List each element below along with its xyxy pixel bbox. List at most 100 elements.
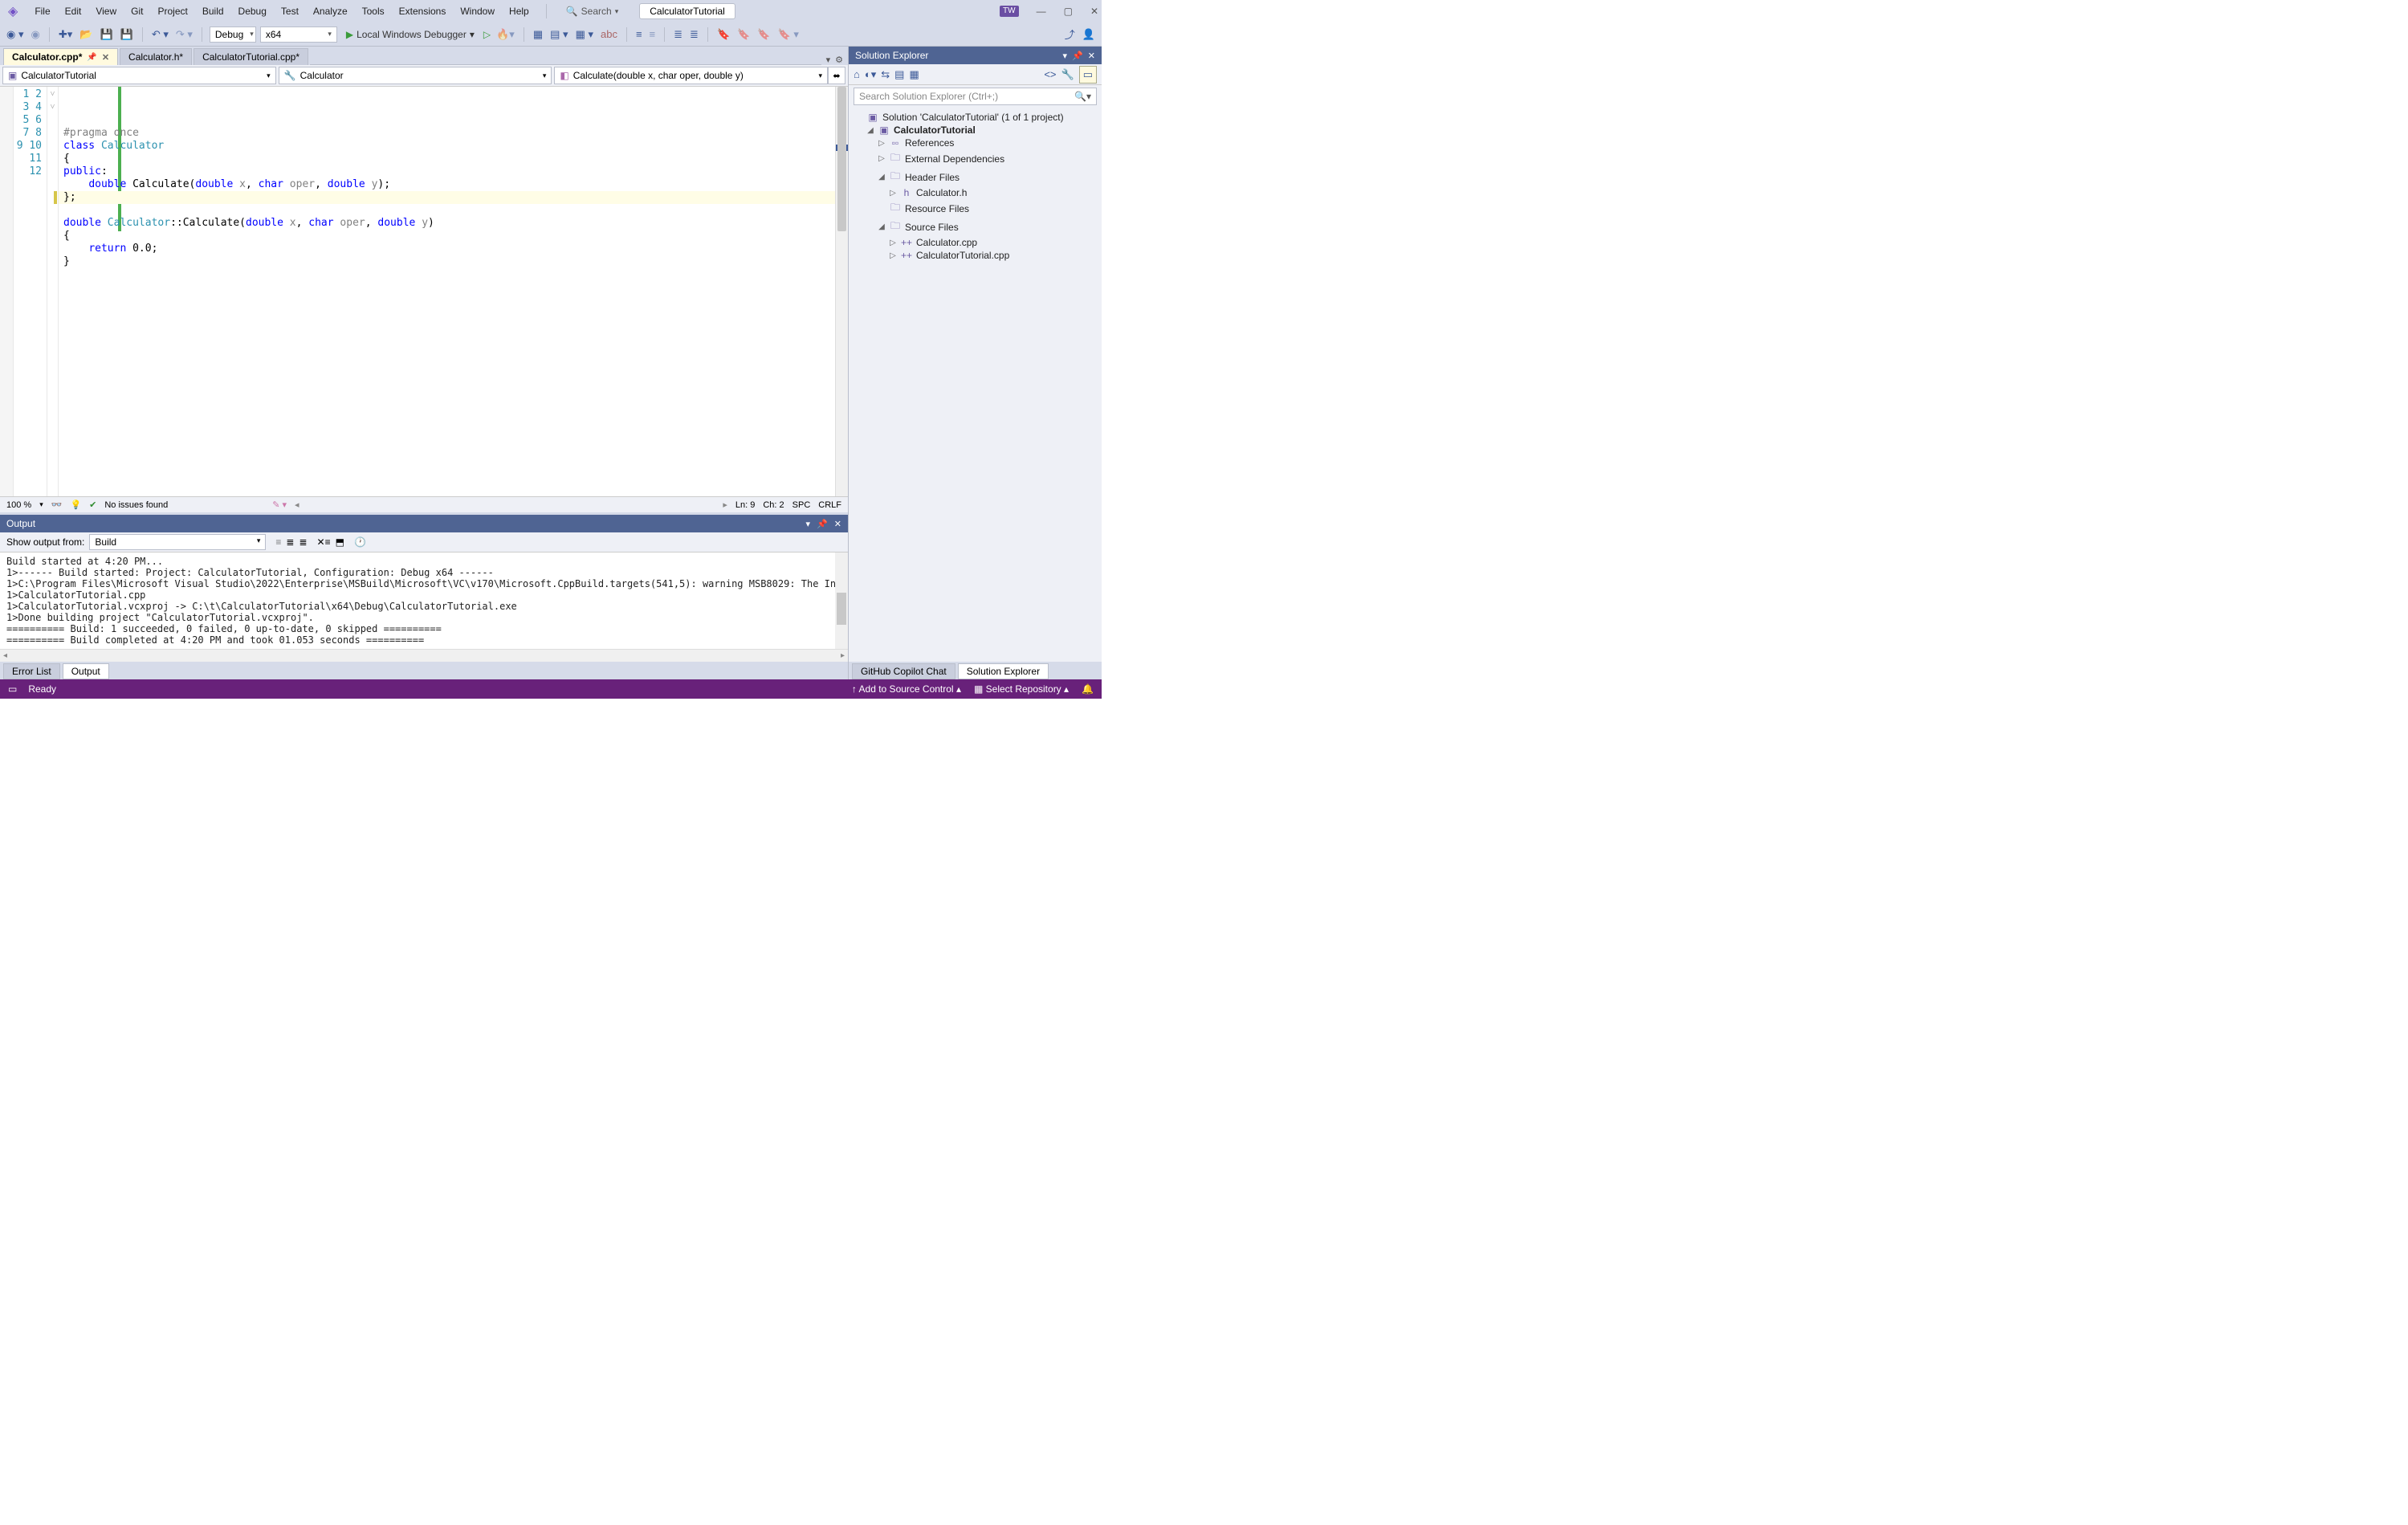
code-text[interactable]: #pragma onceclass Calculator{public: dou… — [59, 87, 835, 496]
menu-debug[interactable]: Debug — [236, 2, 269, 20]
platform-combo[interactable]: x64▾ — [260, 27, 337, 43]
save-button[interactable]: 💾 — [98, 28, 114, 41]
vertical-scrollbar[interactable] — [835, 87, 848, 496]
scrollbar-thumb[interactable] — [837, 87, 846, 231]
output-h-scroll[interactable]: ◂▸ — [0, 649, 848, 662]
tab-overflow-icon[interactable]: ▾ — [826, 55, 831, 65]
chevron-down-icon[interactable]: ▾ — [39, 500, 43, 509]
expand-icon[interactable]: ▷ — [878, 154, 886, 163]
goto-prev-button[interactable]: ≣ — [286, 536, 294, 548]
tb-icon-2[interactable]: ▤ ▾ — [548, 28, 569, 41]
menu-help[interactable]: Help — [507, 2, 532, 20]
source-files-node[interactable]: ◢🗀Source Files — [855, 218, 1095, 236]
properties-icon[interactable]: 🔧 — [1061, 68, 1074, 81]
start-debugging-button[interactable]: ▶Local Windows Debugger ▾ — [341, 27, 479, 42]
dropdown-icon[interactable]: ▾ — [806, 519, 811, 529]
output-text[interactable]: Build started at 4:20 PM... 1>------ Bui… — [0, 553, 848, 649]
expand-icon[interactable]: ▷ — [878, 139, 886, 148]
config-combo[interactable]: Debug▾ — [210, 27, 256, 43]
menu-project[interactable]: Project — [155, 2, 189, 20]
fold-column[interactable]: ˅ ˅ — [47, 87, 59, 496]
tab-settings-icon[interactable]: ⚙ — [835, 55, 843, 65]
solution-node[interactable]: ▣Solution 'CalculatorTutorial' (1 of 1 p… — [855, 111, 1095, 124]
zoom-level[interactable]: 100 % — [6, 500, 31, 510]
pin-icon[interactable]: 📌 — [87, 53, 96, 62]
add-to-source-control[interactable]: ↑ Add to Source Control ▴ — [852, 683, 961, 695]
expand-icon[interactable]: ▷ — [889, 189, 897, 198]
tab-error-list[interactable]: Error List — [3, 663, 60, 679]
scrollbar-thumb[interactable] — [837, 593, 846, 625]
preview-icon[interactable]: ▭ — [1079, 66, 1097, 84]
home-icon[interactable]: ⌂ — [854, 68, 860, 80]
menu-tools[interactable]: Tools — [360, 2, 387, 20]
menu-git[interactable]: Git — [128, 2, 145, 20]
abc-icon[interactable]: abc — [599, 28, 619, 40]
expand-icon[interactable]: ▷ — [889, 251, 897, 260]
indent-indicator[interactable]: SPC — [792, 500, 811, 510]
tab-copilot-chat[interactable]: GitHub Copilot Chat — [852, 663, 955, 679]
select-repository[interactable]: ▦ Select Repository ▴ — [974, 683, 1069, 695]
code-icon[interactable]: <> — [1044, 68, 1056, 80]
tab-solution-explorer[interactable]: Solution Explorer — [958, 663, 1049, 679]
menu-test[interactable]: Test — [279, 2, 301, 20]
collapse-icon[interactable]: ▤ — [894, 68, 904, 81]
tab-tutorial-cpp[interactable]: CalculatorTutorial.cpp* — [194, 48, 308, 65]
header-files-node[interactable]: ◢🗀Header Files — [855, 168, 1095, 186]
nav-right-icon[interactable]: ▸ — [723, 499, 727, 510]
tab-calculator-cpp[interactable]: Calculator.cpp* 📌 ✕ — [3, 48, 118, 65]
save-all-button[interactable]: 💾 — [119, 28, 135, 41]
expand-icon[interactable]: ▷ — [889, 239, 897, 247]
quick-launch-search[interactable]: 🔍 Search ▾ — [566, 6, 619, 17]
minimize-button[interactable]: — — [1037, 6, 1046, 17]
switcher-icon[interactable]: ◐▾ — [865, 68, 876, 81]
feedback-icon[interactable]: 👤 — [1081, 28, 1097, 41]
output-source-combo[interactable]: Build▾ — [89, 534, 266, 550]
tutorial-cpp-node[interactable]: ▷++CalculatorTutorial.cpp — [855, 249, 1095, 262]
close-panel-icon[interactable]: ✕ — [834, 519, 841, 529]
menu-file[interactable]: File — [32, 2, 52, 20]
nav-left-icon[interactable]: ◂ — [295, 499, 299, 510]
split-editor-button[interactable]: ⬌ — [828, 67, 845, 84]
close-panel-icon[interactable]: ✕ — [1088, 51, 1095, 61]
timestamp-button[interactable]: 🕐 — [354, 536, 366, 548]
se-search-input[interactable]: Search Solution Explorer (Ctrl+;) 🔍▾ — [854, 88, 1097, 105]
pin-icon[interactable]: 📌 — [1072, 51, 1083, 61]
dropdown-icon[interactable]: ▾ — [1063, 51, 1068, 61]
references-node[interactable]: ▷▫▫References — [855, 137, 1095, 149]
undo-button[interactable]: ↶ ▾ — [150, 28, 170, 41]
collapse-icon[interactable]: ◢ — [878, 173, 886, 181]
error-lens-icon[interactable]: 👓 — [51, 499, 63, 510]
menu-extensions[interactable]: Extensions — [397, 2, 449, 20]
calculator-h-node[interactable]: ▷hCalculator.h — [855, 186, 1095, 199]
collapse-icon[interactable]: ◢ — [866, 126, 874, 135]
menu-analyze[interactable]: Analyze — [311, 2, 350, 20]
close-tab-icon[interactable]: ✕ — [102, 52, 109, 63]
class-combo[interactable]: 🔧Calculator▾ — [279, 67, 552, 84]
goto-next-button[interactable]: ≣ — [299, 536, 307, 548]
project-node[interactable]: ◢▣CalculatorTutorial — [855, 124, 1095, 137]
tb-icon-3[interactable]: ▦ ▾ — [574, 28, 595, 41]
resource-files-node[interactable]: 🗀Resource Files — [855, 199, 1095, 218]
maximize-button[interactable]: ▢ — [1064, 6, 1073, 17]
screwdriver-icon[interactable]: ✎ ▾ — [272, 499, 287, 510]
code-editor[interactable]: 1 2 3 4 5 6 7 8 9 10 11 12 ˅ ˅ #pragma o… — [0, 87, 848, 496]
pin-icon[interactable]: 📌 — [817, 519, 828, 529]
sync-icon[interactable]: ⇆ — [881, 68, 890, 81]
toggle-wrap-button[interactable]: ⬒ — [336, 536, 344, 548]
live-share-icon[interactable]: ⤴ — [1063, 27, 1077, 42]
tab-calculator-h[interactable]: Calculator.h* — [120, 48, 192, 65]
scope-combo[interactable]: ▣CalculatorTutorial▾ — [2, 67, 276, 84]
open-file-button[interactable]: 📂 — [78, 28, 94, 41]
bookmark-button[interactable]: 🔖 — [715, 28, 731, 41]
start-no-debug-button[interactable]: ▷ — [483, 29, 491, 40]
member-combo[interactable]: ◧Calculate(double x, char oper, double y… — [554, 67, 828, 84]
account-badge-icon[interactable]: TW — [1000, 6, 1019, 17]
lineending-indicator[interactable]: CRLF — [818, 500, 841, 510]
outdent-button[interactable]: ≣ — [688, 28, 700, 41]
menu-edit[interactable]: Edit — [63, 2, 84, 20]
menu-build[interactable]: Build — [200, 2, 226, 20]
notifications-icon[interactable]: 🔔 — [1082, 683, 1094, 695]
tab-output[interactable]: Output — [63, 663, 109, 679]
nav-back-button[interactable]: ◉ ▾ — [5, 28, 25, 41]
comment-button[interactable]: ≡ — [634, 28, 644, 40]
